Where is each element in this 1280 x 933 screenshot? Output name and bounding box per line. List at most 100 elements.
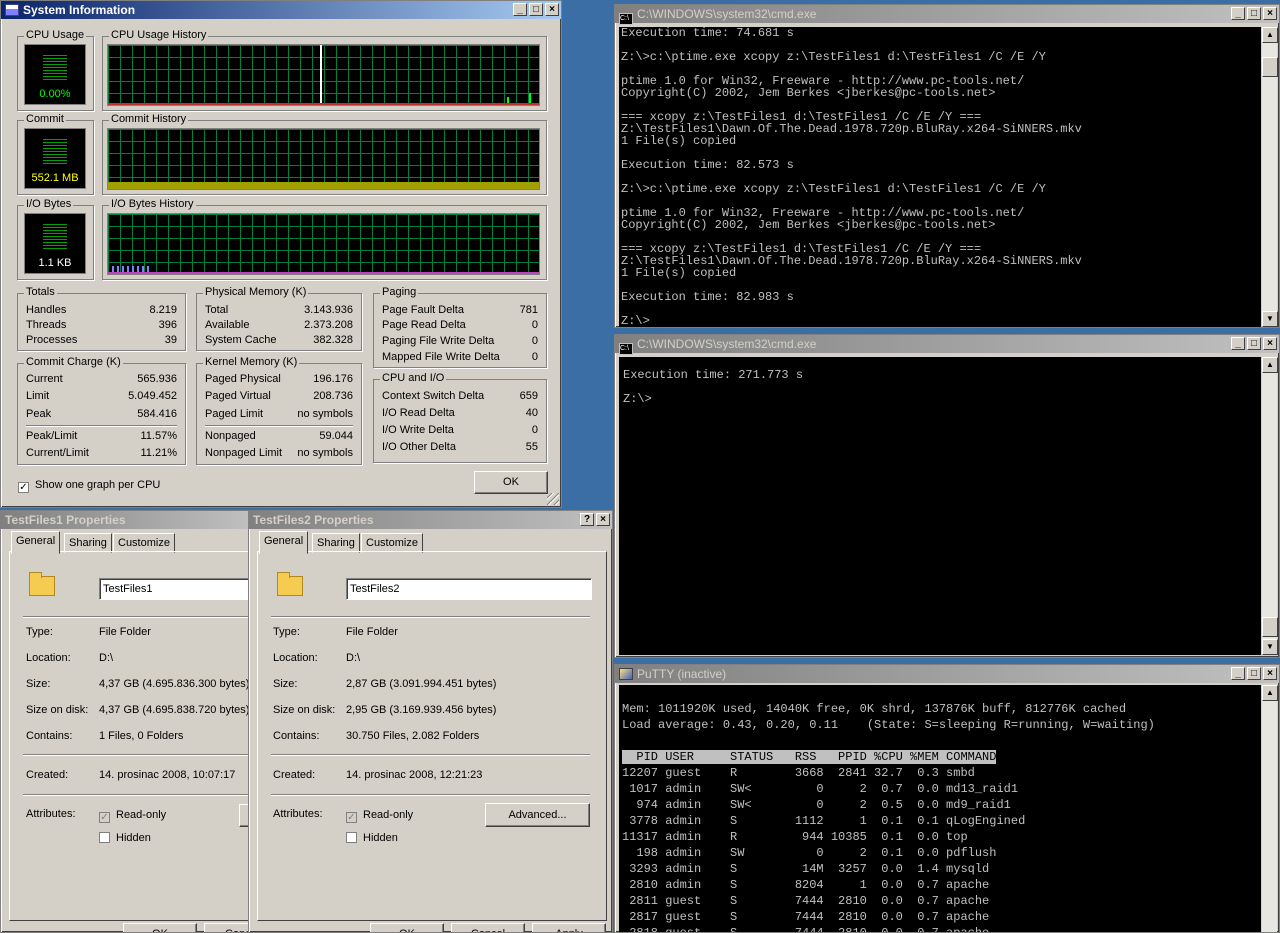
apply-button[interactable]: Apply (532, 923, 606, 932)
minimize-icon[interactable]: _ (1231, 337, 1245, 350)
tab-general[interactable]: General (11, 531, 61, 554)
folder-name-input[interactable]: TestFiles2 (346, 578, 592, 600)
process-row: 2818 guest S 7444 2810 0.0 0.7 apache (622, 926, 990, 933)
close-icon[interactable]: × (1263, 667, 1277, 680)
advanced-button[interactable]: Advanced... (485, 803, 590, 827)
stat-label: Paged Physical (205, 373, 281, 385)
tab-customize[interactable]: Customize (113, 533, 175, 553)
stat-value: 59.044 (319, 430, 353, 442)
system-information-titlebar[interactable]: System Information _ □ × (1, 1, 561, 19)
scroll-down-icon[interactable]: ▼ (1262, 639, 1278, 655)
commit-group: Commit 552.1 MB (17, 113, 94, 195)
show-one-graph-label: Show one graph per CPU (35, 479, 161, 491)
window-title: C:\WINDOWS\system32\cmd.exe (637, 7, 817, 21)
scroll-down-icon[interactable]: ▼ (1262, 311, 1278, 327)
cpu-usage-group: CPU Usage 0.00% (17, 29, 94, 111)
props2-titlebar[interactable]: TestFiles2 Properties ? × (249, 511, 612, 529)
cmd2-scrollbar[interactable]: ▲ ▼ (1261, 357, 1278, 655)
hidden-checkbox[interactable]: Hidden (346, 831, 398, 845)
putty-window: PuTTY (inactive) _ □ × Mem: 1011920K use… (614, 664, 1280, 933)
maximize-icon[interactable]: □ (1247, 337, 1261, 350)
kernel-memory-group: Kernel Memory (K) Paged Physical 196.176 … (196, 356, 362, 465)
scroll-thumb[interactable] (1262, 617, 1278, 637)
scroll-up-icon[interactable]: ▲ (1262, 357, 1278, 373)
console-line: 1 File(s) copied (621, 134, 737, 148)
window-title: C:\WINDOWS\system32\cmd.exe (637, 337, 817, 351)
close-icon[interactable]: × (545, 3, 559, 16)
contains-label: Contains: (273, 730, 320, 742)
minimize-icon[interactable]: _ (1231, 667, 1245, 680)
close-icon[interactable]: × (1263, 7, 1277, 20)
readonly-checkbox[interactable]: ✓ Read-only (99, 808, 166, 823)
hidden-checkbox[interactable]: Hidden (99, 831, 151, 845)
close-icon[interactable]: × (596, 513, 610, 526)
folder-name-input[interactable]: TestFiles1 (99, 578, 251, 600)
tab-customize[interactable]: Customize (361, 533, 423, 553)
minimize-icon[interactable]: _ (1231, 7, 1245, 20)
stat-value: 55 (525, 441, 538, 453)
scroll-thumb[interactable] (1262, 57, 1278, 77)
tab-sharing[interactable]: Sharing (312, 533, 360, 553)
process-row: 2817 guest S 7444 2810 0.0 0.7 apache (622, 910, 990, 924)
window-title: TestFiles1 Properties (5, 513, 126, 527)
scroll-up-icon[interactable]: ▲ (1262, 27, 1278, 43)
cmd1-console[interactable]: Execution time: 74.681 s Z:\>c:\ptime.ex… (619, 27, 1263, 327)
stat-label: Nonpaged (205, 430, 256, 442)
maximize-icon[interactable]: □ (529, 3, 543, 16)
commit-charge-group: Commit Charge (K) Current 565.936 Limit 5.… (17, 356, 186, 465)
process-row: 974 admin SW< 0 2 0.5 0.0 md9_raid1 (622, 798, 1011, 812)
tab-sharing[interactable]: Sharing (64, 533, 112, 553)
stat-value: 11.57% (140, 430, 178, 442)
location-label: Location: (273, 652, 318, 664)
cmd2-console[interactable]: Execution time: 271.773 s Z:\> (619, 357, 1267, 655)
stat-value: 396 (158, 319, 177, 331)
cancel-button[interactable]: Cancel (451, 923, 525, 932)
cpu-history-group: CPU Usage History (102, 29, 547, 111)
commit-charge-label: Commit Charge (K) (24, 356, 123, 368)
stat-value: 0 (531, 424, 538, 436)
created-label: Created: (26, 769, 69, 781)
putty-titlebar[interactable]: PuTTY (inactive) _ □ × (615, 665, 1279, 683)
process-table-header: PID USER STATUS RSS PPID %CPU %MEM COMMA… (622, 750, 997, 764)
minimize-icon[interactable]: _ (513, 3, 527, 16)
stat-label: Threads (26, 319, 67, 331)
io-bytes-group: I/O Bytes 1.1 KB (17, 198, 94, 280)
cmd1-scrollbar[interactable]: ▲ ▼ (1261, 27, 1278, 327)
stat-label: Handles (26, 304, 67, 316)
sysinfo-app-icon (5, 4, 19, 16)
resize-grip[interactable] (547, 493, 559, 505)
commit-label: Commit (24, 113, 66, 125)
io-bytes-label: I/O Bytes (24, 198, 74, 210)
putty-icon (619, 668, 633, 680)
stat-value: 781 (519, 304, 538, 316)
created-value: 14. prosinac 2008, 10:07:17 (99, 769, 236, 781)
props1-titlebar[interactable]: TestFiles1 Properties (1, 511, 251, 529)
stat-value: 2.373.208 (304, 319, 353, 331)
cmd1-titlebar[interactable]: C:\ C:\WINDOWS\system32\cmd.exe _ □ × (615, 5, 1279, 25)
console-line: Z:\> (621, 314, 650, 327)
maximize-icon[interactable]: □ (1247, 667, 1261, 680)
close-icon[interactable]: × (1263, 337, 1277, 350)
readonly-checkbox[interactable]: ✓ Read-only (346, 808, 413, 823)
folder-icon (29, 572, 55, 596)
help-icon[interactable]: ? (580, 513, 594, 526)
ok-button[interactable]: OK (123, 923, 197, 932)
ok-button[interactable]: OK (474, 471, 548, 494)
stat-label: Paged Virtual (205, 390, 271, 402)
cmd2-titlebar[interactable]: C:\ C:\WINDOWS\system32\cmd.exe _ □ × (615, 335, 1279, 355)
console-line: Z:\> (623, 392, 652, 406)
console-line: 1 File(s) copied (621, 266, 737, 280)
scroll-up-icon[interactable]: ▲ (1262, 685, 1278, 701)
putty-terminal[interactable]: Mem: 1011920K used, 14040K free, 0K shrd… (619, 685, 1264, 933)
maximize-icon[interactable]: □ (1247, 7, 1261, 20)
stat-value: 40 (525, 407, 538, 419)
stat-value: 0 (531, 319, 538, 331)
tab-general[interactable]: General (259, 531, 309, 554)
cpu-io-label: CPU and I/O (380, 372, 447, 384)
putty-scrollbar[interactable]: ▲ (1261, 685, 1278, 932)
stat-value: 8.219 (149, 304, 177, 316)
cpu-usage-label: CPU Usage (24, 29, 87, 41)
show-one-graph-checkbox[interactable]: ✓ Show one graph per CPU (18, 479, 160, 493)
cancel-button[interactable]: Cancel (204, 923, 251, 932)
ok-button[interactable]: OK (370, 923, 444, 932)
